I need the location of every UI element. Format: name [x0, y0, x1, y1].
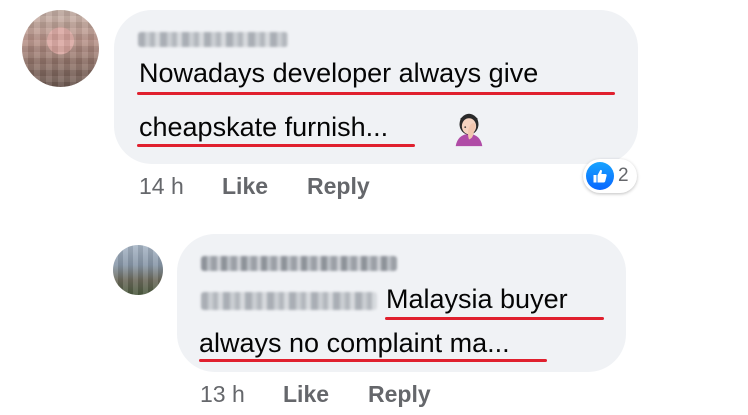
- reply-timestamp[interactable]: 13 h: [200, 381, 245, 408]
- comment-like-button[interactable]: Like: [222, 173, 268, 200]
- annotation-underline: [385, 317, 604, 320]
- comment-text-line2-content: cheapskate furnish: [139, 112, 366, 142]
- reply-ellipsis: ...: [487, 328, 510, 358]
- reply-text-line2-content: always no complaint ma: [199, 328, 488, 358]
- mentioned-name-blurred[interactable]: [201, 292, 377, 310]
- reply-reply-button[interactable]: Reply: [368, 381, 431, 408]
- reply-like-button[interactable]: Like: [283, 381, 329, 408]
- reaction-count: 2: [618, 165, 629, 186]
- annotation-underline: [137, 92, 615, 95]
- commenter-name-blurred[interactable]: [138, 32, 288, 47]
- comment-text-line1: Nowadays developer always give: [139, 58, 539, 88]
- reply-text-line2: always no complaint ma...: [199, 328, 510, 359]
- comment-reply-button[interactable]: Reply: [307, 173, 370, 200]
- replier-name-blurred[interactable]: [201, 256, 397, 271]
- replier-avatar[interactable]: [113, 245, 163, 295]
- annotation-underline: [137, 144, 415, 147]
- annotation-underline: [199, 359, 547, 362]
- face-palm-emoji-icon: [455, 113, 483, 147]
- comment-text-line2: cheapskate furnish...: [139, 112, 388, 143]
- comment-ellipsis: ...: [365, 112, 389, 142]
- reply-text-line1: Malaysia buyer: [386, 284, 568, 314]
- like-reaction-icon: [586, 162, 614, 190]
- comment-timestamp[interactable]: 14 h: [139, 173, 184, 200]
- commenter-avatar[interactable]: [22, 10, 99, 87]
- reaction-summary[interactable]: 2: [583, 159, 637, 193]
